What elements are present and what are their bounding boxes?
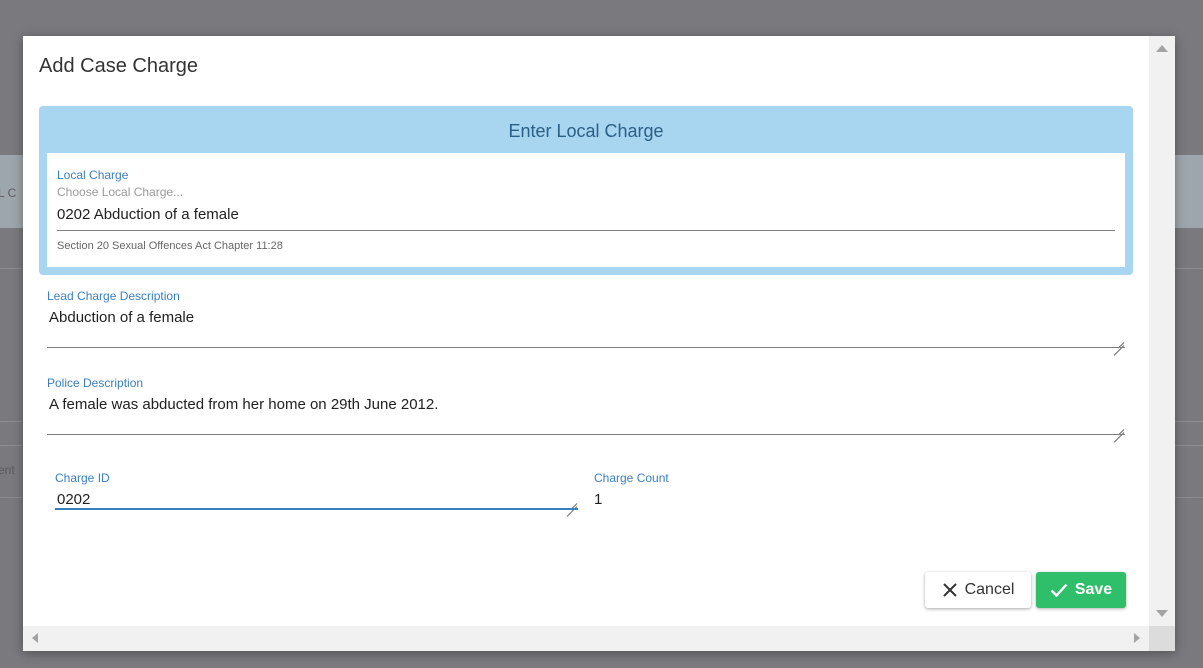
charge-count-value: 1 [594,491,603,508]
horizontal-scrollbar[interactable] [23,626,1149,651]
background-text-fragment: L C [0,186,17,200]
local-charge-value[interactable]: 0202 Abduction of a female [57,206,239,223]
police-description-resize-handle[interactable] [1113,422,1124,433]
charge-id-resize-handle[interactable] [566,496,577,507]
lead-charge-description-input[interactable]: Abduction of a female [49,309,194,326]
dialog-title: Add Case Charge [39,55,198,77]
background-text-fragment: ent [0,463,15,477]
police-description-label: Police Description [47,376,144,390]
local-charge-label: Local Charge [57,168,129,182]
police-description-input[interactable]: A female was abducted from her home on 2… [49,396,438,413]
add-case-charge-dialog: Add Case Charge Enter Local Charge Local… [23,36,1175,651]
cancel-button[interactable]: Cancel [925,572,1031,608]
close-icon [942,582,958,598]
local-charge-placeholder: Choose Local Charge... [57,185,184,199]
charge-id-input[interactable]: 0202 [57,491,90,508]
vertical-scrollbar[interactable] [1149,36,1175,626]
local-charge-panel: Enter Local Charge Local Charge Choose L… [39,106,1133,275]
local-charge-field[interactable]: Local Charge Choose Local Charge... 0202… [47,153,1125,267]
scroll-right-arrow-icon[interactable] [1134,633,1140,643]
charge-count-label: Charge Count [594,471,669,485]
lead-charge-underline [47,347,1125,348]
save-button[interactable]: Save [1036,572,1126,608]
scrollbar-corner [1149,626,1175,651]
charge-id-label: Charge ID [55,471,110,485]
local-charge-underline [57,230,1115,231]
panel-heading: Enter Local Charge [508,121,664,141]
scroll-down-arrow-icon[interactable] [1156,610,1168,617]
scroll-up-arrow-icon[interactable] [1156,45,1168,52]
scroll-left-arrow-icon[interactable] [32,633,38,643]
charge-id-underline [55,508,578,510]
local-charge-hint: Section 20 Sexual Offences Act Chapter 1… [57,240,283,252]
lead-charge-description-label: Lead Charge Description [47,289,180,303]
police-description-underline [47,434,1125,435]
check-icon [1050,582,1068,598]
save-label: Save [1074,581,1113,598]
lead-charge-resize-handle[interactable] [1113,335,1124,346]
cancel-label: Cancel [964,581,1015,598]
